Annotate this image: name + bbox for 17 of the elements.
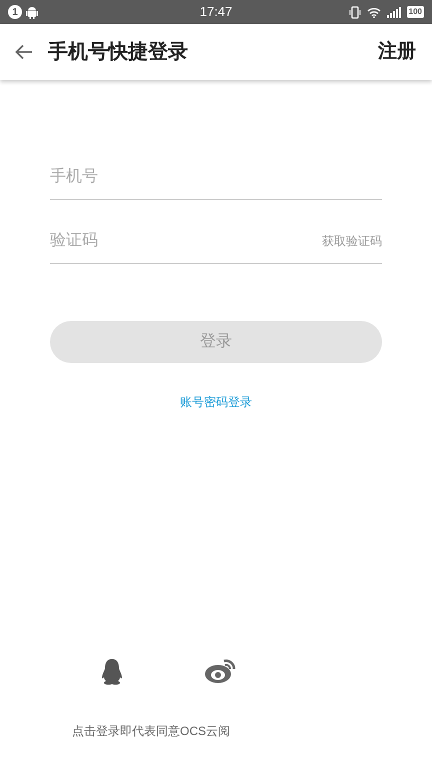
code-field[interactable]: 验证码 [50, 228, 322, 252]
terms-text: 点击登录即代表同意OCS云阅 [72, 723, 232, 740]
phone-field[interactable]: 手机号 [50, 164, 382, 188]
clock: 17:47 [200, 3, 232, 22]
penguin-icon[interactable] [100, 658, 124, 686]
notification-badge: 1 [8, 5, 22, 19]
weibo-icon[interactable] [204, 658, 236, 684]
signal-icon [386, 6, 401, 18]
page-title: 手机号快捷登录 [48, 40, 189, 65]
vibrate-icon [348, 6, 361, 18]
register-link[interactable]: 注册 [378, 38, 416, 66]
android-icon [26, 6, 38, 18]
password-login-link[interactable]: 账号密码登录 [180, 393, 252, 411]
battery-indicator: 100 [406, 6, 424, 18]
back-arrow-icon [15, 44, 33, 60]
wifi-icon [366, 6, 381, 18]
get-code-link[interactable]: 获取验证码 [322, 232, 382, 250]
